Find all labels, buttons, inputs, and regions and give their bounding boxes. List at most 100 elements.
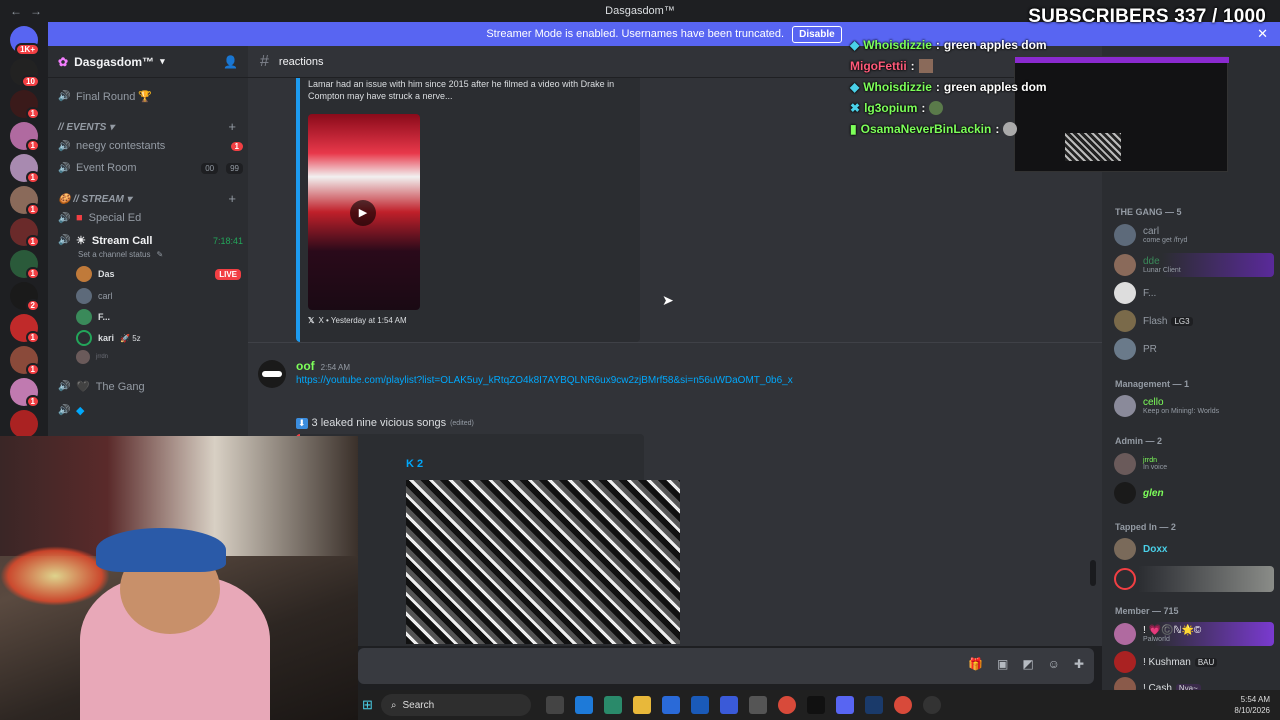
message-link[interactable]: https://youtube.com/playlist?list=OLAK5u… — [296, 375, 793, 386]
task-view-icon[interactable] — [546, 696, 565, 714]
member-item[interactable]: ! 💗©️ℕ🌟© Palworld — [1114, 622, 1274, 646]
server-icon[interactable]: 1 — [10, 218, 40, 248]
sticker-icon[interactable]: ◩ — [1022, 657, 1033, 671]
server-icon[interactable]: 1 — [10, 250, 40, 280]
disable-button[interactable]: Disable — [792, 25, 842, 43]
obs-icon[interactable] — [923, 696, 942, 714]
file-explorer-icon[interactable] — [633, 696, 652, 714]
channel-event-room[interactable]: 🔊 Event Room 00 99 — [58, 162, 243, 174]
outlook-icon[interactable] — [662, 696, 681, 714]
member-item[interactable]: Doxx — [1114, 538, 1274, 560]
avatar[interactable] — [258, 360, 286, 388]
server-icon[interactable]: 1 — [10, 186, 40, 216]
scrollbar[interactable] — [1090, 560, 1096, 586]
call-timer: 7:18:41 — [212, 235, 243, 246]
user-name: F... — [98, 312, 111, 322]
search-label: Search — [402, 699, 435, 711]
server-icon[interactable]: 1 — [10, 90, 40, 120]
add-channel-icon[interactable]: + — [228, 191, 236, 206]
category-label: // STREAM — [73, 194, 124, 205]
chrome-icon[interactable] — [894, 696, 913, 714]
category-events[interactable]: // Events ▾ — [58, 122, 114, 133]
member-item[interactable]: F... — [1114, 282, 1274, 304]
voice-user-carl[interactable]: carl — [76, 288, 241, 304]
channel-stream-call[interactable]: 🔊 ☀ Stream Call 7:18:41 — [58, 234, 243, 248]
add-channel-icon[interactable]: + — [228, 119, 236, 134]
apps-icon[interactable]: ✚ — [1074, 657, 1084, 671]
message-author[interactable]: oof — [296, 359, 315, 373]
start-icon[interactable]: ⊞ — [362, 697, 373, 713]
server-icon[interactable]: 1 — [10, 154, 40, 184]
member-tag: BAU — [1194, 657, 1218, 667]
server-icon[interactable]: 1 — [10, 122, 40, 152]
embed-footer-text: X • Yesterday at 1:54 AM — [318, 316, 407, 325]
discord-icon[interactable] — [836, 696, 855, 714]
member-item[interactable]: dde Lunar Client — [1114, 253, 1274, 277]
message-text: ⬇ 3 leaked nine vicious songs (edited) — [296, 417, 474, 429]
member-item[interactable]: Flash LG3 — [1114, 310, 1274, 332]
member-item[interactable]: jrrdn In voice — [1114, 453, 1274, 475]
clock[interactable]: 5:54 AM 8/10/2026 — [1234, 694, 1270, 716]
avatar — [1114, 623, 1136, 645]
member-item[interactable]: cello Keep on Mining!: Worlds — [1114, 395, 1274, 417]
member-item[interactable]: glen — [1114, 482, 1274, 504]
server-icon[interactable]: 2 — [10, 282, 40, 312]
video-thumbnail[interactable]: ▶ — [308, 114, 420, 310]
embed-title[interactable]: K 2 — [406, 458, 423, 470]
voice-user-jrrdn[interactable]: jrrdn — [76, 350, 241, 364]
link-embed: Lamar had an issue with him since 2015 a… — [296, 78, 640, 342]
playlist-thumbnail[interactable] — [406, 480, 680, 644]
channel-final-round[interactable]: 🔊 Final Round 🏆 — [58, 90, 243, 103]
server-icon[interactable] — [10, 410, 38, 438]
home-icon[interactable]: 1K+ — [10, 26, 40, 56]
voice-user-kari[interactable]: kari 🚀 5z — [76, 330, 241, 346]
hash-icon: # — [260, 52, 269, 70]
search-box[interactable]: ⌕ Search — [380, 694, 531, 716]
gift-icon[interactable]: 🎁 — [968, 657, 983, 671]
chat-line: ◆ Whoisdizzie: green apples dom — [850, 80, 1047, 94]
member-activity: Palworld — [1143, 636, 1170, 643]
add-friend-icon[interactable]: 👤 — [223, 55, 238, 69]
play-icon[interactable]: ▶ — [350, 200, 376, 226]
live-badge: LIVE — [215, 268, 241, 280]
member-name: ! 💗©️ℕ🌟© — [1143, 625, 1202, 636]
member-tag: LG3 — [1171, 316, 1193, 326]
rail-badge: 1 — [25, 203, 40, 216]
member-name: PR — [1143, 343, 1157, 355]
channel-special-ed[interactable]: 🔊 ■ Special Ed — [58, 212, 243, 224]
member-item[interactable]: PR — [1114, 338, 1274, 360]
channel-neegy[interactable]: 🔊 neegy contestants 1 — [58, 140, 243, 152]
chrome-icon[interactable] — [778, 696, 797, 714]
app-icon[interactable] — [720, 696, 739, 714]
app-icon[interactable] — [749, 696, 768, 714]
server-icon[interactable]: 1 — [10, 378, 40, 408]
member-item[interactable]: carl come get /fryd — [1114, 224, 1274, 246]
copilot-icon[interactable] — [604, 696, 623, 714]
store-icon[interactable] — [691, 696, 710, 714]
channel-sidebar: ✿ Dasgasdom™ ▾ 👤 🔊 Final Round 🏆 // Event… — [48, 46, 248, 436]
user-name: Das — [98, 269, 115, 279]
edge-icon[interactable] — [575, 696, 594, 714]
gif-icon[interactable]: ▣ — [997, 657, 1008, 671]
member-item[interactable] — [1114, 566, 1274, 592]
voice-user-das[interactable]: Das LIVE — [76, 266, 241, 282]
channel-status[interactable]: Set a channel status ✎ — [78, 250, 263, 259]
badge-icon: ◆ — [850, 80, 860, 94]
rail-badge: 1 — [25, 363, 40, 376]
channel-the-gang[interactable]: 🔊 🖤 The Gang — [58, 380, 243, 394]
message-list: Lamar had an issue with him since 2015 a… — [248, 78, 1102, 646]
channel-name: reactions — [278, 55, 324, 68]
server-icon[interactable]: 1 — [10, 346, 40, 376]
server-header[interactable]: ✿ Dasgasdom™ ▾ 👤 — [48, 46, 248, 78]
emoji-icon[interactable]: ☺ — [1048, 657, 1060, 671]
terminal-icon[interactable] — [807, 696, 826, 714]
steam-icon[interactable] — [865, 696, 884, 714]
server-icon[interactable]: 1 — [10, 314, 40, 344]
voice-user-f[interactable]: F... — [76, 309, 241, 325]
member-item[interactable]: ! Kushman BAU — [1114, 651, 1274, 673]
message-composer[interactable]: 🎁 ▣ ◩ ☺ ✚ — [358, 648, 1094, 684]
category-stream[interactable]: 🍪 // STREAM ▾ — [58, 194, 132, 205]
channel-diamond[interactable]: 🔊 ◆ — [58, 404, 243, 417]
close-icon[interactable]: ✕ — [1257, 26, 1268, 42]
server-icon[interactable]: 10 — [10, 58, 40, 88]
